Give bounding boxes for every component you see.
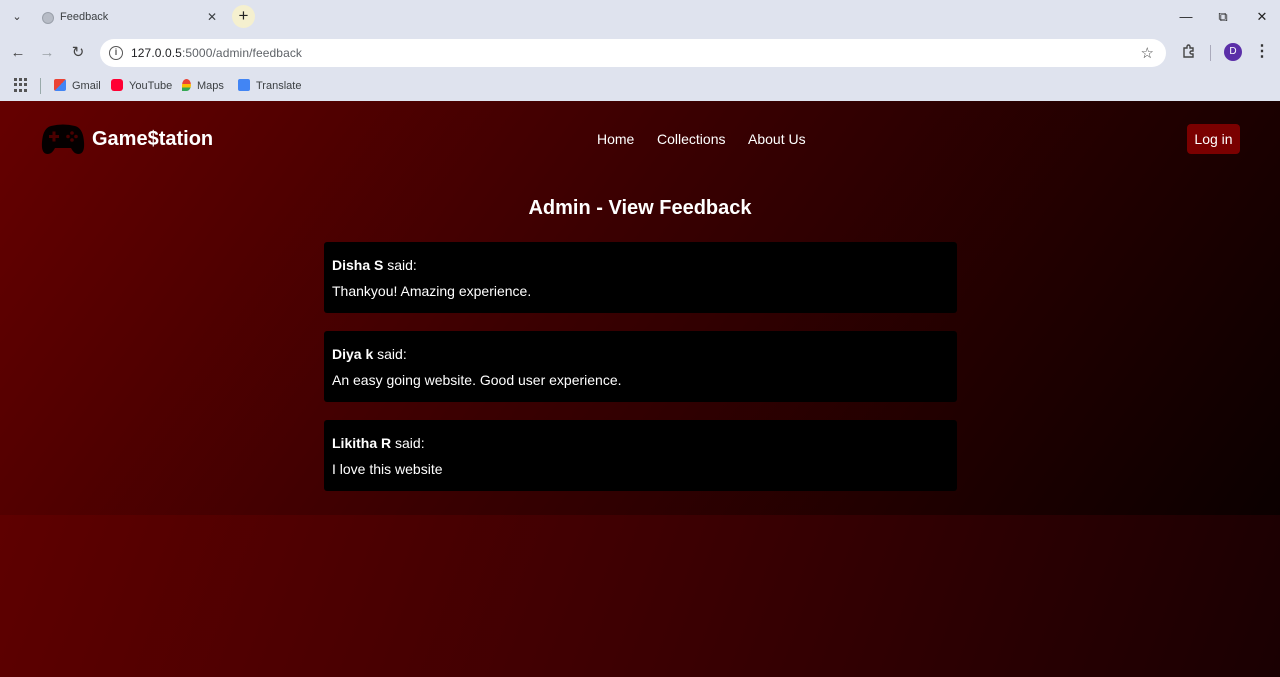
translate-icon [238, 79, 250, 91]
url-text[interactable]: 127.0.0.5:5000/admin/feedback [131, 46, 302, 60]
bookmarks-bar: Gmail YouTube Maps Translate [0, 72, 1280, 101]
bookmark-star-icon[interactable]: ☆ [1141, 44, 1154, 62]
kebab-menu-icon[interactable]: ⋮ [1254, 43, 1270, 61]
feedback-author: Likitha R said: [332, 435, 425, 451]
forward-arrow-icon[interactable]: → [37, 43, 57, 63]
bookmark-translate[interactable]: Translate [238, 77, 301, 95]
page-background [0, 515, 1280, 677]
profile-avatar[interactable]: D [1224, 43, 1242, 61]
restore-icon[interactable]: ⧉ [1214, 8, 1232, 26]
page-title: Admin - View Feedback [528, 197, 752, 219]
maps-pin-icon [182, 79, 191, 91]
bookmark-maps[interactable]: Maps [182, 77, 224, 95]
main-section: Game$tation Home Collections About Us Lo… [0, 101, 1280, 515]
feedback-card: Disha S said: Thankyou! Amazing experien… [324, 242, 957, 313]
close-window-icon[interactable]: ✕ [1253, 8, 1271, 26]
back-arrow-icon[interactable]: ← [8, 43, 28, 63]
tab-search-chevron-icon[interactable]: ⌄ [8, 9, 26, 25]
youtube-icon [111, 79, 123, 91]
extensions-puzzle-icon[interactable] [1180, 43, 1198, 61]
bookmarks-divider [40, 78, 41, 94]
feedback-message: Thankyou! Amazing experience. [332, 283, 532, 299]
feedback-message: An easy going website. Good user experie… [332, 372, 622, 388]
feedback-author: Disha S said: [332, 257, 417, 273]
bookmark-gmail[interactable]: Gmail [54, 77, 101, 95]
gmail-icon [54, 79, 66, 91]
site-brand[interactable]: Game$tation [92, 128, 213, 151]
nav-home[interactable]: Home [597, 131, 634, 147]
reload-icon[interactable]: ↻ [68, 43, 88, 63]
login-button[interactable]: Log in [1187, 124, 1240, 154]
tab-strip: ⌄ Feedback ✕ + — ⧉ ✕ [0, 0, 1280, 34]
apps-grid-icon[interactable] [14, 78, 28, 92]
bookmark-youtube[interactable]: YouTube [111, 77, 172, 95]
feedback-card: Likitha R said: I love this website [324, 420, 957, 491]
globe-icon [42, 12, 54, 24]
browser-toolbar: ← → ↻ i 127.0.0.5:5000/admin/feedback ☆ … [0, 34, 1280, 72]
feedback-message: I love this website [332, 461, 443, 477]
gamepad-logo-icon[interactable] [41, 122, 85, 156]
tab-title: Feedback [60, 11, 109, 23]
close-tab-icon[interactable]: ✕ [204, 9, 220, 25]
nav-about-us[interactable]: About Us [748, 131, 806, 147]
feedback-card: Diya k said: An easy going website. Good… [324, 331, 957, 402]
page-viewport: Game$tation Home Collections About Us Lo… [0, 101, 1280, 677]
nav-collections[interactable]: Collections [657, 131, 725, 147]
minimize-icon[interactable]: — [1177, 8, 1195, 26]
new-tab-button[interactable]: + [232, 5, 255, 28]
site-info-icon[interactable]: i [109, 46, 123, 60]
feedback-author: Diya k said: [332, 346, 407, 362]
tab-feedback[interactable]: Feedback ✕ [30, 2, 228, 34]
address-bar[interactable]: i 127.0.0.5:5000/admin/feedback ☆ [100, 39, 1166, 67]
toolbar-divider [1210, 45, 1211, 61]
